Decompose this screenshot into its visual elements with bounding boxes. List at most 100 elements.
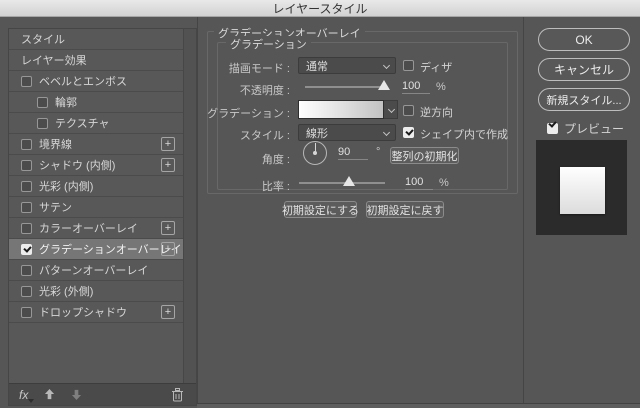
move-effect-up-icon[interactable]	[44, 389, 55, 400]
angle-label: 角度 :	[261, 154, 290, 166]
gradient-picker-button[interactable]	[384, 100, 398, 119]
chevron-down-icon	[382, 61, 391, 70]
sidebar-effect-row[interactable]: ドロップシャドウ +	[9, 302, 183, 323]
blend-mode-value: 通常	[306, 60, 328, 73]
reset-alignment-button[interactable]: 整列の初期化	[390, 147, 459, 164]
effect-enable-checkbox[interactable]	[21, 138, 32, 150]
sidebar-effect-row[interactable]: グラデーションオーバーレイ +	[9, 239, 183, 260]
effect-row-label: 光彩 (内側)	[39, 181, 94, 193]
dither-label: ディザ	[420, 62, 453, 74]
sidebar-effect-row[interactable]: 輪郭	[9, 92, 183, 113]
effect-row-label: テクスチャ	[55, 118, 110, 130]
angle-dial[interactable]	[303, 141, 327, 165]
effect-enable-checkbox[interactable]	[21, 243, 32, 255]
fx-menu-button[interactable]: fx	[19, 388, 35, 403]
gradient-overlay-panel: グラデーションオーバーレイ グラデーション 描画モード : 通常 ディザ 不透明…	[197, 17, 524, 403]
move-effect-down-icon[interactable]	[71, 389, 82, 400]
opacity-value-field[interactable]: 100	[402, 80, 430, 94]
effects-list: スタイル レイヤー効果 ベベルとエンボス 輪郭 テクスチャ 境界線 + シャドウ…	[9, 29, 183, 383]
sidebar-effect-row[interactable]: カラーオーバーレイ +	[9, 218, 183, 239]
effect-enable-checkbox[interactable]	[37, 96, 48, 108]
delete-effect-icon[interactable]	[171, 388, 184, 402]
effect-enable-checkbox[interactable]	[21, 285, 32, 297]
effect-row-label: 輪郭	[55, 97, 77, 109]
effect-enable-checkbox[interactable]	[37, 117, 48, 129]
blend-mode-label: 描画モード :	[228, 63, 290, 75]
add-effect-instance-button[interactable]: +	[161, 221, 175, 235]
blend-mode-select[interactable]: 通常	[298, 57, 396, 74]
layer-style-dialog: レイヤースタイル スタイル レイヤー効果 ベベルとエンボス 輪郭 テクスチャ 境…	[0, 0, 640, 408]
effect-row-label: ドロップシャドウ	[39, 307, 127, 319]
scale-unit: %	[439, 177, 449, 189]
sidebar-scrollbar[interactable]	[183, 29, 196, 383]
sidebar-effect-row[interactable]: ベベルとエンボス	[9, 71, 183, 92]
opacity-label: 不透明度 :	[239, 85, 290, 97]
effect-row-label: 光彩 (外側)	[39, 286, 94, 298]
add-effect-instance-button[interactable]: +	[161, 242, 175, 256]
sidebar-effect-row[interactable]: スタイル	[9, 29, 183, 50]
opacity-slider-thumb[interactable]	[378, 80, 390, 90]
effect-enable-checkbox[interactable]	[21, 75, 32, 87]
window-titlebar[interactable]: レイヤースタイル	[0, 0, 640, 17]
sidebar-effect-row[interactable]: サテン	[9, 197, 183, 218]
make-default-button[interactable]: 初期設定にする	[282, 201, 359, 218]
effect-enable-checkbox[interactable]	[21, 201, 32, 213]
style-preview-thumbnail	[536, 140, 627, 235]
style-select[interactable]: 線形	[298, 124, 396, 141]
scale-slider-thumb[interactable]	[343, 176, 355, 186]
gradient-group-fieldset: グラデーション 描画モード : 通常 ディザ 不透明度 : 100 % グラデー…	[207, 36, 508, 193]
sidebar-effect-row[interactable]: パターンオーバーレイ	[9, 260, 183, 281]
add-effect-instance-button[interactable]: +	[161, 137, 175, 151]
effect-row-label: パターンオーバーレイ	[39, 265, 149, 277]
window-title: レイヤースタイル	[272, 1, 368, 16]
preview-label: プレビュー	[564, 122, 625, 136]
ok-button[interactable]: OK	[538, 28, 630, 51]
effect-enable-checkbox[interactable]	[21, 159, 32, 171]
effect-enable-checkbox[interactable]	[21, 306, 32, 318]
scale-label: 比率 :	[261, 181, 290, 193]
new-style-button[interactable]: 新規スタイル...	[538, 88, 630, 111]
add-effect-instance-button[interactable]: +	[161, 305, 175, 319]
preview-toggle-row: プレビュー	[547, 120, 624, 137]
dither-checkbox[interactable]	[403, 60, 414, 71]
scale-slider-track[interactable]	[299, 182, 385, 184]
reset-to-default-button[interactable]: 初期設定に戻す	[366, 201, 444, 218]
gradient-swatch[interactable]	[298, 100, 384, 119]
effect-row-label: ベベルとエンボス	[39, 76, 127, 88]
angle-value-field[interactable]: 90	[338, 146, 368, 160]
sidebar-effect-row[interactable]: 境界線 +	[9, 134, 183, 155]
reverse-checkbox[interactable]	[403, 105, 414, 116]
align-with-shape-label: シェイプ内で作成	[420, 129, 508, 141]
opacity-slider-track[interactable]	[305, 86, 383, 88]
sidebar-effect-row[interactable]: テクスチャ	[9, 113, 183, 134]
preview-checkbox[interactable]	[547, 123, 558, 134]
chevron-down-icon	[382, 128, 391, 137]
cancel-button[interactable]: キャンセル	[538, 58, 630, 81]
effect-row-label: カラーオーバーレイ	[39, 223, 138, 235]
effect-enable-checkbox[interactable]	[21, 222, 32, 234]
effect-row-label: スタイル	[21, 34, 65, 46]
add-effect-instance-button[interactable]: +	[161, 158, 175, 172]
effect-row-label: シャドウ (内側)	[39, 160, 116, 172]
gradient-group-title: グラデーション	[226, 36, 311, 52]
style-value: 線形	[306, 127, 328, 140]
effect-enable-checkbox[interactable]	[21, 180, 32, 192]
align-with-shape-checkbox[interactable]	[403, 127, 414, 138]
chevron-down-icon	[387, 105, 396, 114]
opacity-unit: %	[436, 81, 446, 93]
sidebar-effect-row[interactable]: シャドウ (内側) +	[9, 155, 183, 176]
effect-row-label: レイヤー効果	[21, 55, 87, 67]
effect-row-label: サテン	[39, 202, 72, 214]
gradient-overlay-fieldset: グラデーションオーバーレイ グラデーション 描画モード : 通常 ディザ 不透明…	[207, 25, 518, 194]
effect-enable-checkbox[interactable]	[21, 264, 32, 276]
style-label: スタイル :	[239, 130, 290, 142]
effect-row-label: 境界線	[39, 139, 72, 151]
sidebar-effect-row[interactable]: レイヤー効果	[9, 50, 183, 71]
sidebar-effect-row[interactable]: 光彩 (内側)	[9, 176, 183, 197]
dialog-bottom-edge	[197, 403, 640, 408]
gradient-label: グラデーション :	[207, 108, 290, 120]
preview-gradient-square	[560, 167, 605, 214]
sidebar-effect-row[interactable]: 光彩 (外側)	[9, 281, 183, 302]
effects-sidebar: スタイル レイヤー効果 ベベルとエンボス 輪郭 テクスチャ 境界線 + シャドウ…	[8, 28, 197, 406]
scale-value-field[interactable]: 100	[405, 176, 433, 190]
